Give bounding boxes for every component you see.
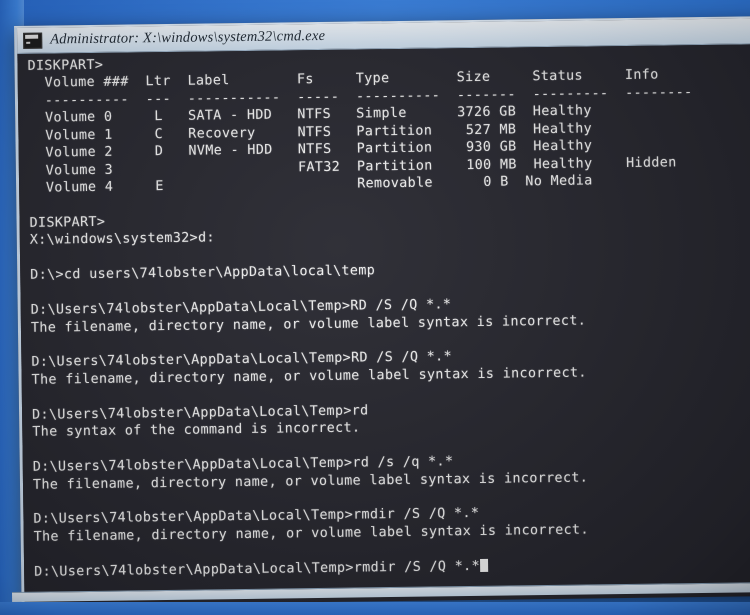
- taskbar[interactable]: [0, 602, 750, 615]
- block-cursor: [479, 558, 489, 572]
- active-command-text: D:\Users\74lobster\AppData\Local\Temp>rm…: [34, 558, 481, 580]
- console-output-area[interactable]: DISKPART> Volume ### Ltr Label Fs Type S…: [17, 44, 750, 605]
- cmd-console-icon: [23, 32, 43, 49]
- cmd-window[interactable]: Administrator: X:\windows\system32\cmd.e…: [14, 16, 750, 606]
- screen-photo: Administrator: X:\windows\system32\cmd.e…: [0, 0, 750, 615]
- window-title: Administrator: X:\windows\system32\cmd.e…: [50, 27, 326, 48]
